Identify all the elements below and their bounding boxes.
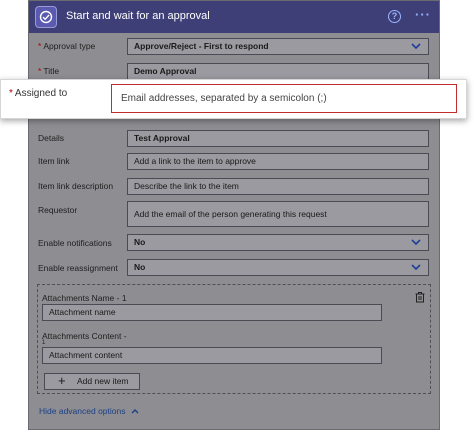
attachment-name-input[interactable]: Attachment name (42, 304, 382, 321)
card-title: Start and wait for an approval (66, 10, 210, 22)
attachment-content-input[interactable]: Attachment content (42, 347, 382, 364)
chevron-up-icon[interactable] (130, 406, 140, 416)
approval-type-dropdown[interactable]: Approve/Reject - First to respond (127, 38, 429, 55)
chevron-down-icon (411, 239, 421, 246)
item-link-description-input[interactable]: Describe the link to the item (127, 178, 429, 195)
assigned-to-input[interactable]: Email addresses, separated by a semicolo… (111, 84, 457, 113)
add-new-item-button[interactable]: + Add new item (44, 373, 140, 390)
approvals-logo-icon (35, 6, 57, 28)
help-icon[interactable]: ? (388, 10, 401, 23)
item-link-label: Item link (38, 156, 70, 166)
hide-advanced-options-link[interactable]: Hide advanced options (39, 406, 125, 416)
requestor-label: Requestor (38, 205, 78, 215)
plus-icon: + (58, 373, 66, 388)
enable-notifications-dropdown[interactable]: No (127, 234, 429, 251)
assigned-to-label: * Assigned to (9, 88, 68, 99)
title-input[interactable]: Demo Approval (127, 63, 429, 80)
approval-action-card: Start and wait for an approval ? ··· * Ap… (28, 0, 440, 430)
chevron-down-icon (411, 264, 421, 271)
item-link-input[interactable]: Add a link to the item to approve (127, 153, 429, 170)
title-label: * Title (38, 66, 60, 76)
enable-reassignment-dropdown[interactable]: No (127, 259, 429, 276)
enable-notifications-label: Enable notifications (38, 238, 112, 248)
approval-type-label: * Approval type (38, 41, 96, 51)
details-label: Details (38, 133, 64, 143)
delete-item-icon[interactable] (414, 291, 426, 303)
attachments-content-label-cont: 1 (42, 340, 46, 346)
item-link-description-label: Item link description (38, 181, 114, 191)
attachments-name-label: Attachments Name - 1 (42, 293, 127, 303)
attachments-section: Attachments Name - 1 Attachment name Att… (37, 284, 431, 394)
details-input[interactable]: Test Approval (127, 130, 429, 147)
enable-reassignment-label: Enable reassignment (38, 263, 118, 273)
chevron-down-icon (411, 43, 421, 50)
assigned-to-popup: * Assigned to Email addresses, separated … (0, 79, 467, 119)
more-options-icon[interactable]: ··· (415, 7, 431, 22)
card-header[interactable]: Start and wait for an approval ? ··· (29, 1, 439, 33)
requestor-input[interactable]: Add the email of the person generating t… (127, 201, 429, 227)
attachments-content-label: Attachments Content - (42, 331, 127, 341)
